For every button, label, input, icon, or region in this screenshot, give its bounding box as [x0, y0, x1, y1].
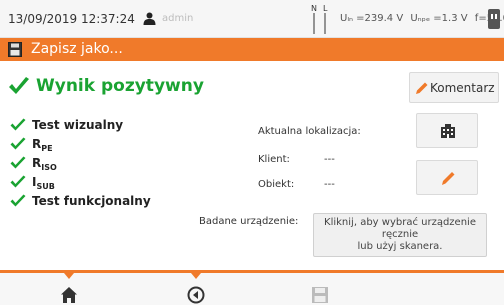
result-text: Wynik pozytywny: [36, 76, 204, 96]
save-icon[interactable]: [311, 286, 329, 304]
test-item-visual: Test wizualny: [10, 115, 151, 134]
save-icon: [8, 42, 22, 57]
nl-indicator-icon: N L: [311, 4, 328, 34]
status-bar: 13/09/2019 12:37:24 admin N L Uₗₙ =239.4…: [0, 0, 504, 38]
test-item-riso: RISO: [10, 153, 151, 172]
client-label: Klient:: [258, 154, 290, 165]
checkmark-icon: [10, 137, 26, 149]
page-title: Zapisz jako...: [31, 41, 123, 57]
u-ln-reading: Uₗₙ =239.4 V: [340, 13, 404, 24]
screen: 13/09/2019 12:37:24 admin N L Uₗₙ =239.4…: [0, 0, 504, 305]
test-item-functional: Test funkcjonalny: [10, 191, 151, 210]
measurement-readings: Uₗₙ =239.4 V Uₙₚₑ =1.3 V f=50.0 Hz: [340, 13, 504, 24]
checkmark-icon: [10, 175, 26, 187]
test-label: ISUB: [32, 174, 55, 191]
back-icon[interactable]: [187, 286, 205, 304]
test-label: RPE: [32, 136, 53, 153]
test-label-subscript: SUB: [36, 181, 55, 191]
test-label: Test wizualny: [32, 117, 124, 132]
svg-text:L: L: [323, 4, 328, 13]
test-label: Test funkcjonalny: [32, 193, 151, 208]
test-item-isub: ISUB: [10, 172, 151, 191]
test-label: RISO: [32, 155, 57, 172]
comment-button-label: Komentarz: [430, 81, 495, 95]
location-button[interactable]: [416, 113, 478, 148]
object-value: ---: [324, 179, 335, 190]
datetime: 13/09/2019 12:37:24: [8, 12, 135, 26]
select-device-button-label: Kliknij, aby wybrać urządzenie ręcznie l…: [324, 217, 476, 252]
tests-list: Test wizualny RPE RISO ISUB Test funkcjo…: [10, 115, 151, 210]
pencil-icon: [442, 172, 455, 185]
checkmark-icon: [9, 77, 29, 94]
edit-client-object-button[interactable]: [416, 160, 478, 195]
device-label: Badane urządzenie:: [199, 216, 299, 227]
checkmark-icon: [10, 194, 26, 206]
user-icon: [143, 12, 156, 25]
location-label: Aktualna lokalizacja:: [258, 126, 361, 137]
comment-button[interactable]: Komentarz: [409, 72, 499, 103]
bottom-nav: [0, 270, 504, 305]
user-name: admin: [162, 13, 194, 24]
tab-marker: [191, 273, 201, 279]
building-icon: [441, 124, 455, 138]
select-device-button[interactable]: Kliknij, aby wybrać urządzenie ręcznie l…: [313, 213, 487, 257]
title-bar: Zapisz jako...: [0, 38, 504, 61]
pencil-icon: [416, 82, 428, 94]
home-icon[interactable]: [60, 286, 78, 304]
u-npe-reading: Uₙₚₑ =1.3 V: [410, 13, 468, 24]
object-label: Obiekt:: [258, 179, 295, 190]
test-item-rpe: RPE: [10, 134, 151, 153]
plug-icon: [488, 9, 500, 29]
test-label-subscript: PE: [41, 143, 53, 153]
checkmark-icon: [10, 156, 26, 168]
svg-text:N: N: [311, 4, 317, 13]
checkmark-icon: [10, 118, 26, 130]
client-value: ---: [324, 154, 335, 165]
result-status: Wynik pozytywny: [8, 73, 204, 99]
tab-marker: [64, 273, 74, 279]
test-label-subscript: ISO: [41, 162, 57, 172]
